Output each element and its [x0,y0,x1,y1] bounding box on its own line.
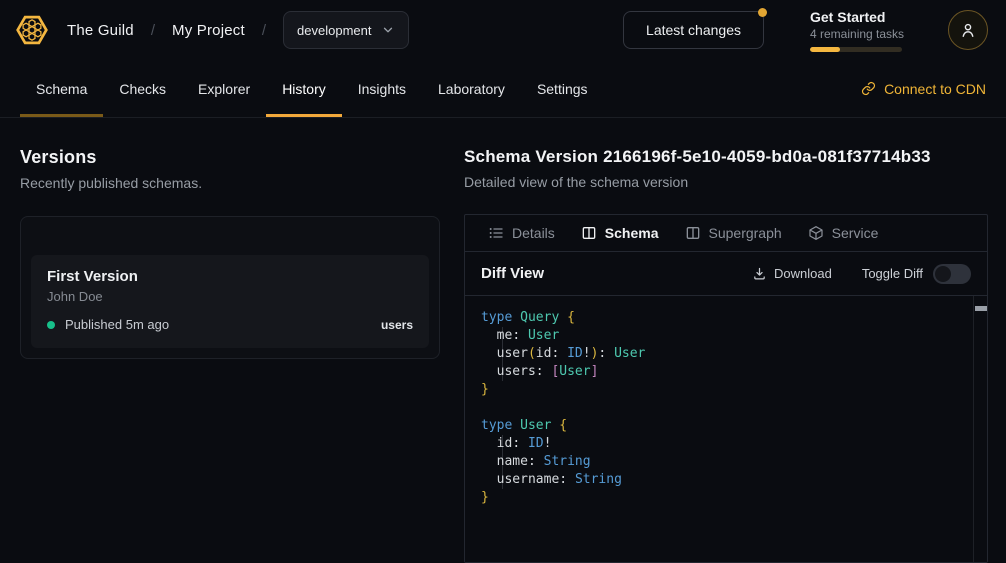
list-icon [488,225,504,241]
version-detail-subtitle: Detailed view of the schema version [464,174,988,190]
target-nav: Schema Checks Explorer History Insights … [0,60,1006,118]
get-started-progress-bar [810,47,902,52]
detail-tab-supergraph[interactable]: Supergraph [672,215,795,251]
tab-insights[interactable]: Insights [342,60,422,117]
user-avatar[interactable] [948,10,988,50]
published-status-dot [47,321,55,329]
notification-dot [758,8,767,17]
schema-code: type Query { me: User user(id: ID!): Use… [465,296,987,520]
connect-to-cdn-label: Connect to CDN [884,81,986,97]
download-icon [752,266,767,281]
code-scrollbar[interactable] [973,296,987,562]
diff-toolbar: Diff View Download Toggle Diff [465,252,987,296]
versions-subtitle: Recently published schemas. [20,175,440,191]
detail-tabs: Details Schema Supergraph [465,215,987,252]
target-nav-tabs: Schema Checks Explorer History Insights … [20,60,604,117]
tab-checks[interactable]: Checks [103,60,182,117]
detail-tab-label: Service [832,225,879,241]
diff-view-title: Diff View [481,265,544,282]
versions-list-card: First Version John Doe Published 5m ago … [20,216,440,359]
environment-select-value: development [297,23,371,38]
get-started-subtitle: 4 remaining tasks [810,27,902,41]
download-button[interactable]: Download [752,266,832,281]
detail-tab-label: Supergraph [709,225,782,241]
detail-tab-details[interactable]: Details [475,215,568,251]
app-root: The Guild / My Project / development Lat… [0,0,1006,563]
environment-select[interactable]: development [283,11,408,49]
tab-explorer[interactable]: Explorer [182,60,266,117]
version-list-item[interactable]: First Version John Doe Published 5m ago … [31,255,429,348]
hive-logo-icon [14,12,50,48]
user-icon [958,20,978,40]
toggle-diff-label: Toggle Diff [862,266,923,281]
version-status: Published 5m ago [65,317,169,332]
tab-laboratory[interactable]: Laboratory [422,60,521,117]
detail-tab-label: Details [512,225,555,241]
schema-code-viewer: type Query { me: User user(id: ID!): Use… [465,296,987,562]
service-badge: users [381,318,413,332]
breadcrumb-org[interactable]: The Guild [67,22,134,39]
columns-icon [581,225,597,241]
tab-schema[interactable]: Schema [20,60,103,117]
main-content: Versions Recently published schemas. Fir… [0,118,1006,563]
connect-to-cdn-link[interactable]: Connect to CDN [861,60,986,117]
version-name: First Version [47,268,413,285]
version-detail-section: Schema Version 2166196f-5e10-4059-bd0a-0… [464,147,988,563]
version-author: John Doe [47,289,413,304]
link-icon [861,81,876,96]
detail-tab-label: Schema [605,225,659,241]
get-started-title: Get Started [810,9,902,25]
latest-changes-label: Latest changes [646,22,741,38]
tab-history[interactable]: History [266,60,342,117]
latest-changes-button[interactable]: Latest changes [623,11,764,49]
version-detail-title: Schema Version 2166196f-5e10-4059-bd0a-0… [464,147,988,167]
breadcrumb-project[interactable]: My Project [172,22,245,39]
columns-icon [685,225,701,241]
download-label: Download [774,266,832,281]
hive-logo[interactable] [14,12,50,48]
breadcrumb-separator: / [262,22,266,39]
tab-settings[interactable]: Settings [521,60,604,117]
detail-tab-schema[interactable]: Schema [568,215,672,251]
get-started-progress-fill [810,47,840,52]
app-header: The Guild / My Project / development Lat… [0,0,1006,60]
version-detail-panel: Details Schema Supergraph [464,214,988,563]
versions-section: Versions Recently published schemas. Fir… [20,147,440,563]
detail-tab-service[interactable]: Service [795,215,892,251]
breadcrumb-separator: / [151,22,155,39]
toggle-diff-switch[interactable] [933,264,971,284]
toggle-diff-knob [935,266,951,282]
code-scrollbar-thumb[interactable] [975,306,987,311]
versions-title: Versions [20,147,440,168]
get-started-widget[interactable]: Get Started 4 remaining tasks [810,9,902,52]
chevron-down-icon [381,23,395,37]
cube-icon [808,225,824,241]
